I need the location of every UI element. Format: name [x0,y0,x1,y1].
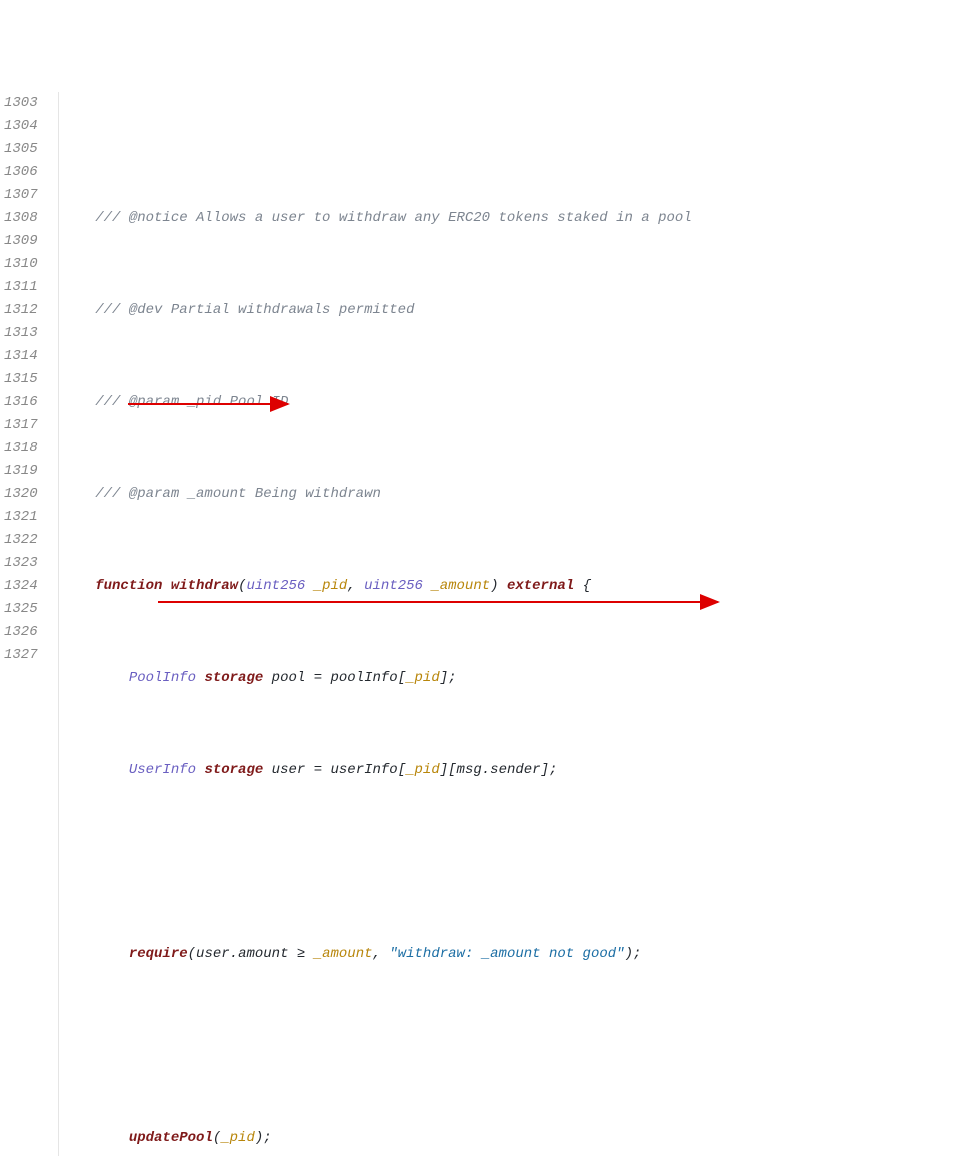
line-number: 1311 [0,276,42,299]
comment-text: /// @param _amount Being withdrawn [95,486,381,502]
punct: ; [633,946,641,962]
keyword: function [95,578,162,594]
punct: ) [625,946,633,962]
line-number: 1314 [0,345,42,368]
type: uint256 [364,578,423,594]
line-number: 1322 [0,529,42,552]
code-line [62,1035,960,1058]
param: _pid [314,578,348,594]
line-number: 1303 [0,92,42,115]
string-literal: "withdraw: _amount not good" [389,946,624,962]
line-number: 1308 [0,207,42,230]
code-line: require(user.amount ≥ _amount, "withdraw… [62,943,960,966]
code-line: function withdraw(uint256 _pid, uint256 … [62,575,960,598]
prop: sender [490,762,540,778]
ident: userInfo [331,762,398,778]
param: _pid [406,762,440,778]
punct: ] [541,762,549,778]
line-number: 1317 [0,414,42,437]
code-line: updatePool(_pid); [62,1127,960,1150]
line-number: 1305 [0,138,42,161]
line-number: 1316 [0,391,42,414]
line-number: 1318 [0,437,42,460]
line-number: 1327 [0,644,42,667]
code-line [62,851,960,874]
ident: user [196,946,230,962]
punct: [ [398,762,406,778]
punct: = [314,762,322,778]
code-line: /// @param _pid Pool ID [62,391,960,414]
punct: . [230,946,238,962]
punct: ( [188,946,196,962]
punct: ) [255,1130,263,1146]
punct: ] [440,762,448,778]
type: PoolInfo [129,670,196,686]
line-number: 1306 [0,161,42,184]
comment-text: /// @notice Allows a user to withdraw an… [95,210,692,226]
type: uint256 [246,578,305,594]
func-call: updatePool [129,1130,213,1146]
punct: ; [448,670,456,686]
punct: ] [440,670,448,686]
line-number: 1324 [0,575,42,598]
punct: ; [549,762,557,778]
ident: user [272,762,306,778]
param: _pid [406,670,440,686]
code-area: /// @notice Allows a user to withdraw an… [58,92,960,1156]
punct: ( [238,578,246,594]
line-number: 1320 [0,483,42,506]
comment-text: /// @dev Partial withdrawals permitted [95,302,414,318]
line-number: 1315 [0,368,42,391]
indent-guide [58,92,59,1156]
param: _amount [431,578,490,594]
line-number: 1310 [0,253,42,276]
line-number-gutter: 1303130413051306130713081309131013111312… [0,92,58,1156]
punct: = [314,670,322,686]
keyword: storage [204,670,263,686]
annotation-arrow-icon [158,546,728,658]
line-number: 1321 [0,506,42,529]
func-call: require [129,946,188,962]
operator: ≥ [297,946,305,962]
code-line: PoolInfo storage pool = poolInfo[_pid]; [62,667,960,690]
param: _amount [314,946,373,962]
line-number: 1325 [0,598,42,621]
code-line: UserInfo storage user = userInfo[_pid][m… [62,759,960,782]
code-editor: 1303130413051306130713081309131013111312… [0,92,960,1156]
keyword: storage [204,762,263,778]
line-number: 1319 [0,460,42,483]
comment-text: /// @param _pid Pool ID [95,394,288,410]
line-number: 1312 [0,299,42,322]
code-line: /// @notice Allows a user to withdraw an… [62,207,960,230]
punct: [ [398,670,406,686]
prop: amount [238,946,288,962]
punct: , [373,946,381,962]
punct: [ [448,762,456,778]
type: UserInfo [129,762,196,778]
code-line: /// @dev Partial withdrawals permitted [62,299,960,322]
punct: ; [263,1130,271,1146]
code-line: /// @param _amount Being withdrawn [62,483,960,506]
keyword: external [507,578,574,594]
ident: pool [272,670,306,686]
punct: , [347,578,355,594]
ident: msg [457,762,482,778]
line-number: 1323 [0,552,42,575]
line-number: 1304 [0,115,42,138]
ident: poolInfo [331,670,398,686]
line-number: 1307 [0,184,42,207]
punct: ) [490,578,498,594]
line-number: 1313 [0,322,42,345]
punct: { [583,578,591,594]
func-name: withdraw [171,578,238,594]
line-number: 1309 [0,230,42,253]
punct: ( [213,1130,221,1146]
line-number: 1326 [0,621,42,644]
param: _pid [221,1130,255,1146]
punct: . [482,762,490,778]
